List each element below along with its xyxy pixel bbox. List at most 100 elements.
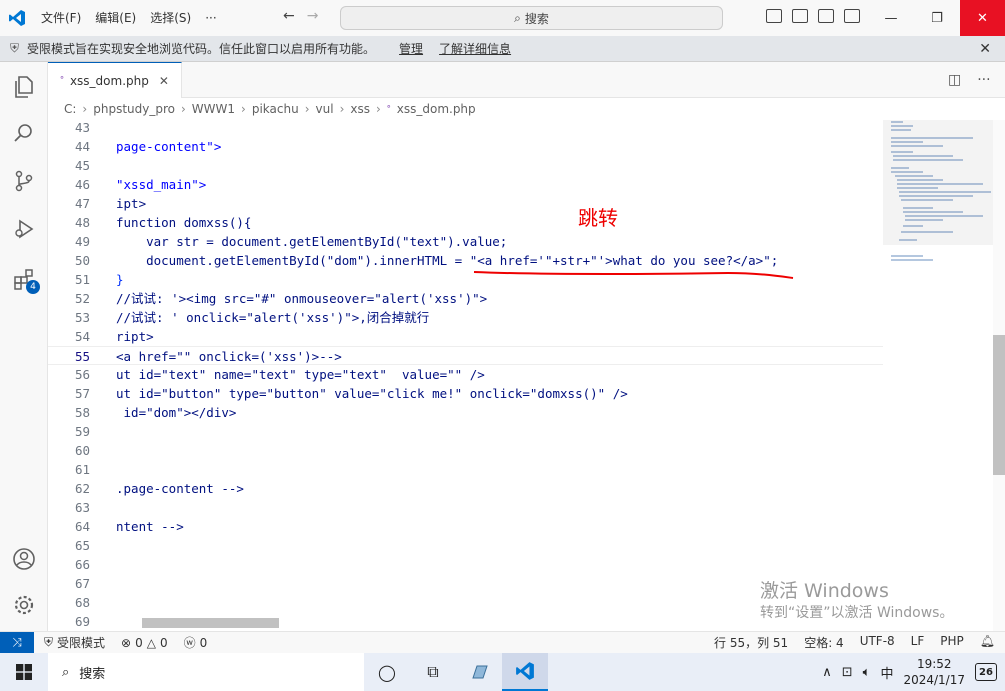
taskbar-search-box[interactable]: ⌕ 搜索 xyxy=(48,653,364,691)
toggle-panel-icon[interactable] xyxy=(792,9,808,23)
status-bar: ⤨ ⛨ 受限模式 ⊗ 0 △ 0 ⓦ 0 行 55，列 51 空格: 4 UTF-8 … xyxy=(0,631,1005,654)
source-control-icon[interactable] xyxy=(11,168,37,194)
settings-gear-icon[interactable] xyxy=(11,592,37,618)
activate-windows-subtitle: 转到“设置”以激活 Windows。 xyxy=(760,605,954,621)
status-right: 行 55，列 51 空格: 4 UTF-8 LF PHP 🔔︎ xyxy=(714,634,995,651)
restricted-mode-banner: ⛨ 受限模式旨在实现安全地浏览代码。信任此窗口以启用所有功能。 管理 了解详细信… xyxy=(0,36,1005,62)
line-code: ntent --> xyxy=(116,519,184,534)
line-number: 68 xyxy=(74,595,90,610)
cortana-icon[interactable]: ◯ xyxy=(364,653,410,691)
toggle-primary-sidebar-icon[interactable] xyxy=(766,9,782,23)
shield-icon: ⛨ xyxy=(44,635,54,649)
remote-indicator-icon[interactable]: ⤨ xyxy=(0,631,34,654)
problems-status[interactable]: ⊗ 0 △ 0 xyxy=(121,636,168,650)
search-view-icon[interactable] xyxy=(11,120,37,146)
banner-manage-link[interactable]: 管理 xyxy=(399,40,423,57)
code-line: 44 page-content"> xyxy=(48,137,883,156)
banner-learn-more-link[interactable]: 了解详细信息 xyxy=(439,40,511,57)
toggle-secondary-sidebar-icon[interactable] xyxy=(818,9,834,23)
code-line: 56 ut id="text" name="text" type="text" v… xyxy=(48,365,883,384)
breadcrumb-item[interactable]: xss_dom.php xyxy=(397,102,476,116)
line-code: } xyxy=(116,272,124,287)
menu-file[interactable]: 文件(F) xyxy=(34,0,88,36)
chevron-up-icon[interactable]: ∧ xyxy=(822,665,832,680)
tab-xss-dom-php[interactable]: ᐤ xss_dom.php ✕ xyxy=(48,62,182,98)
network-icon[interactable]: ⊡ xyxy=(842,665,853,680)
breadcrumb-item[interactable]: pikachu xyxy=(252,102,299,116)
breadcrumb-item[interactable]: vul xyxy=(316,102,334,116)
line-number: 51 xyxy=(74,272,90,287)
line-number: 61 xyxy=(74,462,90,477)
line-number: 60 xyxy=(74,443,90,458)
code-line: 60 xyxy=(48,441,883,460)
tab-label: xss_dom.php xyxy=(69,73,149,88)
windows-start-icon[interactable] xyxy=(0,653,48,691)
line-code: ript> xyxy=(116,329,154,344)
close-window-icon[interactable]: ✕ xyxy=(960,0,1005,36)
app-icon[interactable] xyxy=(456,653,502,691)
breadcrumb-item[interactable]: xss xyxy=(350,102,370,116)
customize-layout-icon[interactable] xyxy=(844,9,860,23)
horizontal-scrollbar-thumb[interactable] xyxy=(142,618,279,628)
indentation[interactable]: 空格: 4 xyxy=(804,634,844,651)
windows-taskbar: ⌕ 搜索 ◯ ⧉ ∧ ⊡ 🔈︎ 中 19:52 2024/1/17 26 xyxy=(0,653,1005,691)
more-actions-icon[interactable]: ··· xyxy=(977,72,990,88)
line-number: 45 xyxy=(74,158,90,173)
ports-count: 0 xyxy=(199,635,208,650)
encoding[interactable]: UTF-8 xyxy=(860,634,895,651)
close-tab-icon[interactable]: ✕ xyxy=(159,74,169,88)
command-search-box[interactable]: ⌕ 搜索 xyxy=(340,6,723,30)
line-number: 49 xyxy=(74,234,90,249)
vscode-logo-icon xyxy=(0,0,34,36)
extensions-badge: 4 xyxy=(26,280,40,294)
code-editor[interactable]: 43 44 page-content"> 45 46 "xssd_main"> 47… xyxy=(48,120,883,631)
code-line: 58 id="dom"></div> xyxy=(48,403,883,422)
layout-controls xyxy=(766,9,860,23)
vertical-scrollbar-thumb[interactable] xyxy=(993,335,1005,475)
menu-more[interactable]: ··· xyxy=(198,0,223,36)
ime-indicator[interactable]: 中 xyxy=(880,663,893,682)
end-of-line[interactable]: LF xyxy=(911,634,925,651)
chevron-right-icon: › xyxy=(339,102,345,116)
code-line: 67 xyxy=(48,574,883,593)
minimize-icon[interactable]: — xyxy=(868,0,914,36)
line-number: 67 xyxy=(74,576,90,591)
code-line: 48 function domxss(){ xyxy=(48,213,883,232)
code-line: 59 xyxy=(48,422,883,441)
account-icon[interactable] xyxy=(11,546,37,572)
banner-close-icon[interactable]: ✕ xyxy=(979,41,991,57)
notification-center-icon[interactable]: 26 xyxy=(975,663,997,681)
cursor-position[interactable]: 行 55，列 51 xyxy=(714,634,788,651)
vscode-taskbar-icon[interactable] xyxy=(502,653,548,691)
minimap-viewport[interactable] xyxy=(883,120,993,245)
menu-bar: 文件(F) 编辑(E) 选择(S) ··· xyxy=(34,0,224,36)
forward-arrow-icon[interactable]: → xyxy=(307,8,319,24)
explorer-icon[interactable] xyxy=(11,74,37,100)
warning-icon: △ xyxy=(146,635,156,650)
language-mode[interactable]: PHP xyxy=(940,634,964,651)
menu-edit[interactable]: 编辑(E) xyxy=(88,0,143,36)
breadcrumb-item[interactable]: WWW1 xyxy=(192,102,235,116)
breadcrumb-item[interactable]: C: xyxy=(64,102,76,116)
restricted-mode-status[interactable]: ⛨ 受限模式 xyxy=(44,634,105,651)
line-code: .page-content --> xyxy=(116,481,244,496)
window-controls: — ❐ ✕ xyxy=(868,0,1005,36)
activity-bar: 4 xyxy=(0,62,48,631)
task-view-icon[interactable]: ⧉ xyxy=(410,653,456,691)
breadcrumb-item[interactable]: phpstudy_pro xyxy=(93,102,175,116)
code-line: 66 xyxy=(48,555,883,574)
menu-select[interactable]: 选择(S) xyxy=(143,0,198,36)
code-line: 54 ript> xyxy=(48,327,883,346)
clock[interactable]: 19:52 2024/1/17 xyxy=(903,656,965,688)
restore-icon[interactable]: ❐ xyxy=(914,0,960,36)
taskbar-search-label: 搜索 xyxy=(79,666,106,682)
back-arrow-icon[interactable]: ← xyxy=(283,8,295,24)
line-number: 63 xyxy=(74,500,90,515)
ports-status[interactable]: ⓦ 0 xyxy=(184,634,208,651)
split-editor-icon[interactable]: ◫ xyxy=(948,72,961,88)
volume-icon[interactable]: 🔈︎ xyxy=(863,665,871,680)
php-file-icon: ᐤ xyxy=(386,103,391,115)
notifications-bell-icon[interactable]: 🔔︎ xyxy=(980,634,995,651)
code-line: 61 xyxy=(48,460,883,479)
run-debug-icon[interactable] xyxy=(11,216,37,242)
